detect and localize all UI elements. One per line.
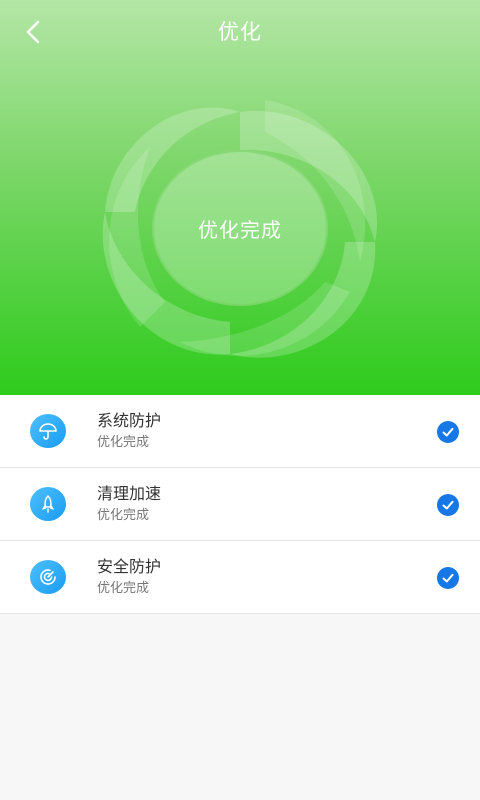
list-item-subtitle: 优化完成 — [97, 581, 150, 596]
rocket-icon — [30, 487, 66, 521]
list-item-title: 清理加速 — [97, 484, 162, 503]
list-item-subtitle: 优化完成 — [97, 508, 150, 523]
check-icon — [437, 567, 459, 589]
target-icon — [30, 560, 66, 594]
optimization-list: 系统防护 优化完成 清理加速 优化完成 安全防护 优化完成 — [0, 395, 480, 614]
result-status-text: 优化完成 — [198, 217, 282, 242]
list-item-text: 清理加速 优化完成 — [97, 484, 161, 525]
list-item-security-protection[interactable]: 安全防护 优化完成 — [0, 541, 480, 614]
list-item-cleanup-speedup[interactable]: 清理加速 优化完成 — [0, 468, 480, 541]
list-item-title: 系统防护 — [97, 411, 162, 430]
hero-panel: 优化 优化完成 — [0, 0, 480, 395]
result-circle: 优化完成 — [152, 150, 328, 306]
umbrella-icon — [30, 414, 66, 448]
top-bar: 优化 — [0, 0, 480, 62]
list-item-subtitle: 优化完成 — [97, 435, 150, 450]
list-item-system-protection[interactable]: 系统防护 优化完成 — [0, 395, 480, 468]
check-icon — [437, 494, 459, 516]
list-item-title: 安全防护 — [97, 557, 162, 576]
list-item-text: 系统防护 优化完成 — [97, 411, 161, 452]
page-title: 优化 — [218, 20, 262, 44]
list-item-text: 安全防护 优化完成 — [97, 557, 161, 598]
check-icon — [437, 421, 459, 443]
